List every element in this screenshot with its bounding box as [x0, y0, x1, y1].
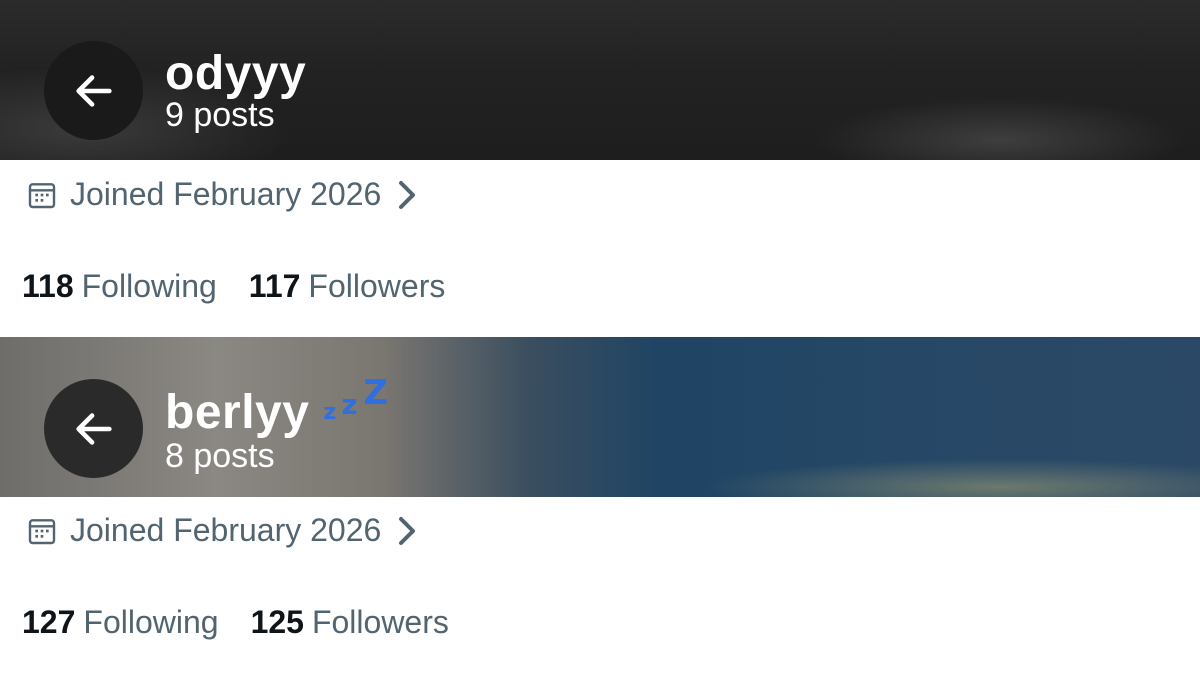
display-name: berlyy: [165, 386, 310, 439]
chevron-right-icon: [399, 516, 416, 545]
profile-name-block: odyyy 9 posts: [165, 46, 306, 132]
followers-label: Followers: [311, 604, 449, 640]
joined-date-link[interactable]: Joined February 2026: [26, 176, 419, 213]
sleeping-zzz-icon: zzZ: [323, 373, 389, 425]
display-name-row: berlyy zzZ: [165, 373, 393, 443]
following-count: 127: [22, 604, 76, 640]
back-button[interactable]: [44, 379, 143, 478]
joined-text: Joined February 2026: [70, 512, 382, 548]
followers-count: 125: [250, 604, 304, 640]
back-arrow-icon: [75, 74, 112, 107]
display-name: odyyy: [165, 47, 307, 100]
profile-card-odyyy: odyyy 9 posts: [0, 0, 1200, 160]
follow-stats: 127 Following 125 Followers: [22, 604, 481, 641]
joined-text: Joined February 2026: [70, 176, 382, 212]
follow-stats: 118 Following 117 Followers: [22, 268, 477, 305]
following-label: Following: [83, 604, 219, 640]
followers-count: 117: [248, 268, 301, 304]
back-arrow-icon: [75, 412, 112, 445]
post-count: 9 posts: [165, 96, 275, 134]
profile-name-block: berlyy zzZ 8 posts: [165, 373, 393, 475]
back-button[interactable]: [44, 41, 143, 140]
profile-header-banner: odyyy 9 posts: [0, 0, 1200, 160]
followers-label: Followers: [308, 268, 446, 304]
following-count: 118: [22, 268, 74, 304]
post-count: 8 posts: [165, 437, 275, 475]
following-label: Following: [81, 268, 217, 304]
joined-date-link[interactable]: Joined February 2026: [26, 512, 419, 549]
calendar-icon: [28, 518, 56, 544]
following-link[interactable]: 127 Following: [22, 604, 219, 641]
followers-link[interactable]: 117 Followers: [249, 268, 446, 305]
following-link[interactable]: 118 Following: [22, 268, 217, 305]
calendar-icon: [28, 182, 56, 208]
followers-link[interactable]: 125 Followers: [251, 604, 449, 641]
chevron-right-icon: [399, 180, 416, 209]
